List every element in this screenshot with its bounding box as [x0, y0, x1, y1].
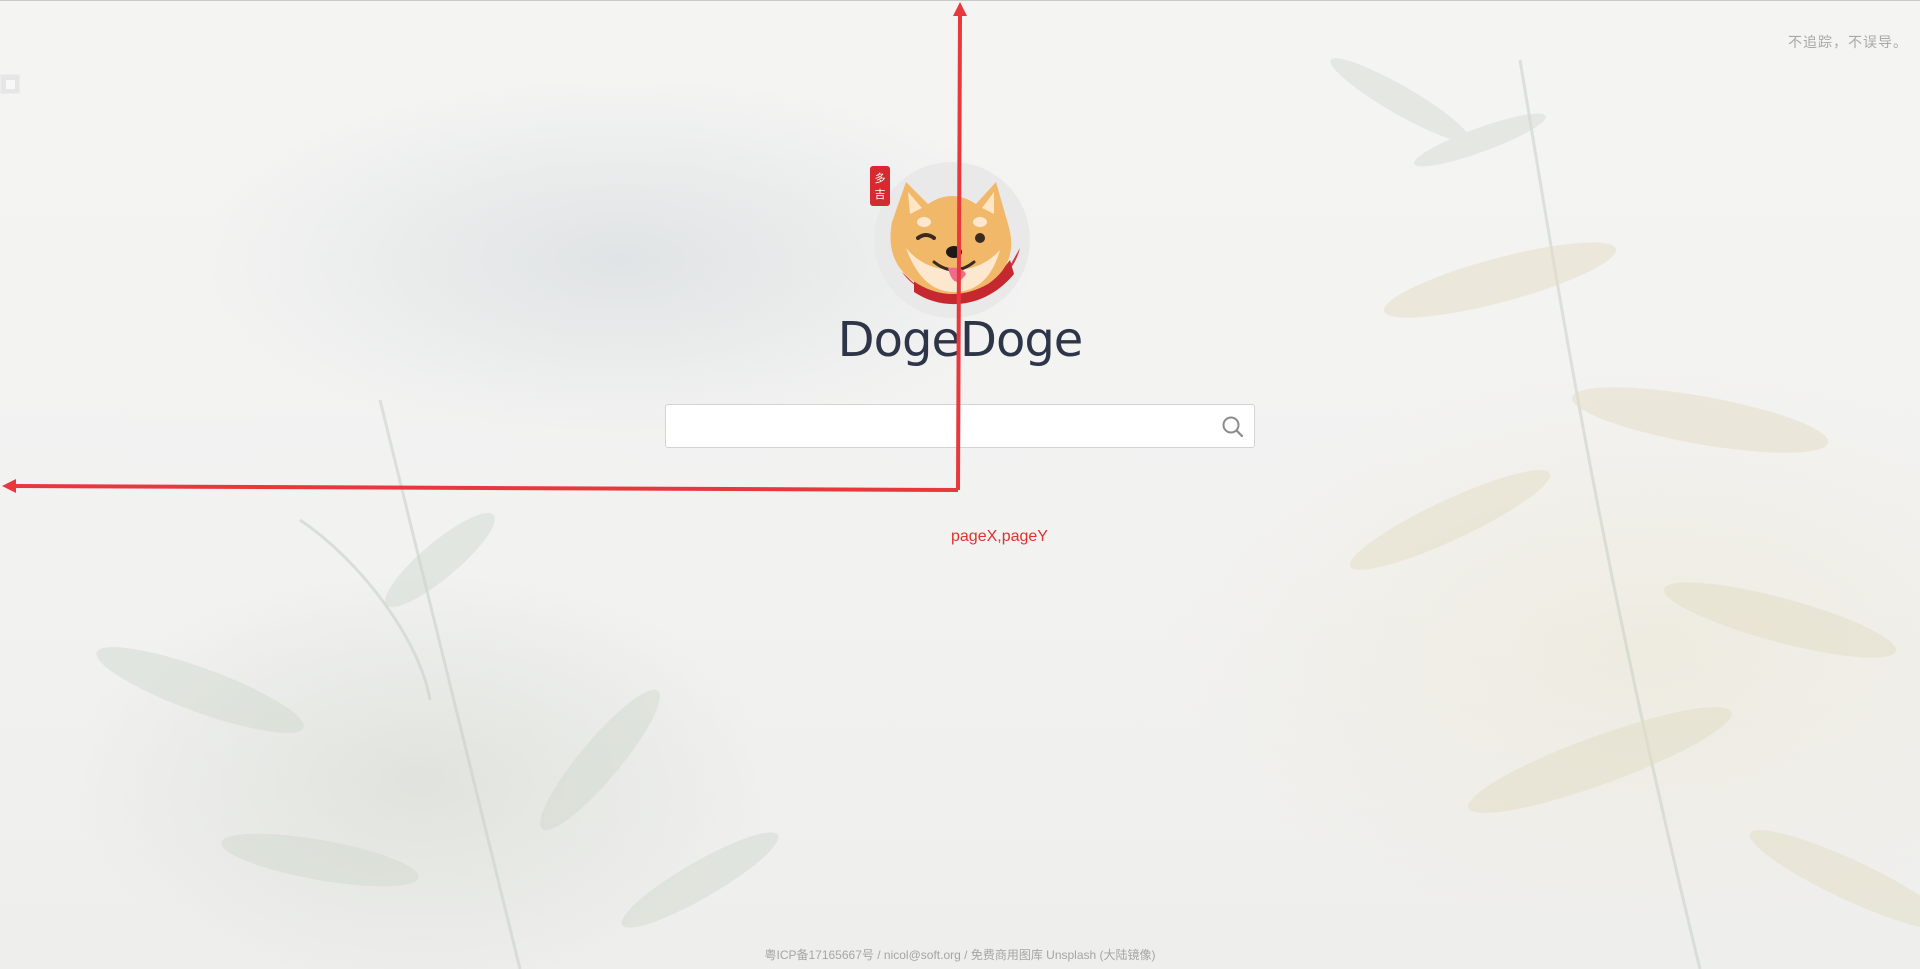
seal-text-1: 多 — [875, 171, 886, 185]
footer-separator: / — [960, 948, 971, 962]
footer-email-link[interactable]: nicol@soft.org — [884, 948, 961, 962]
collapsed-panel-toggle[interactable] — [0, 74, 20, 94]
search-icon — [1222, 416, 1244, 438]
shiba-dog-logo-icon: 多 吉 — [870, 162, 1030, 318]
coordinate-annotation — [2, 2, 967, 493]
annotation-up-arrowhead — [953, 2, 967, 16]
annotation-horizontal-arrow — [13, 484, 959, 492]
seal-text-2: 吉 — [875, 188, 886, 201]
tagline: 不追踪，不误导。 — [1788, 34, 1908, 50]
footer: 粤ICP备17165667号 / nicol@soft.org / 免费商用图库… — [0, 946, 1920, 963]
window-top-border — [0, 0, 1920, 1]
annotation-label: pageX,pageY — [951, 528, 1048, 545]
search-input[interactable] — [666, 405, 1206, 447]
logo[interactable]: 多 吉 — [862, 152, 1042, 320]
footer-credit-link[interactable]: 免费商用图库 Unsplash (大陆镜像) — [971, 948, 1156, 962]
brand-name: DogeDoge — [837, 312, 1084, 368]
search-box — [665, 404, 1255, 448]
footer-icp-link[interactable]: 粤ICP备17165667号 — [764, 948, 873, 962]
background-foliage — [96, 58, 1920, 969]
search-button[interactable] — [1220, 414, 1246, 440]
annotation-left-arrowhead — [2, 479, 16, 493]
footer-separator: / — [873, 948, 884, 962]
